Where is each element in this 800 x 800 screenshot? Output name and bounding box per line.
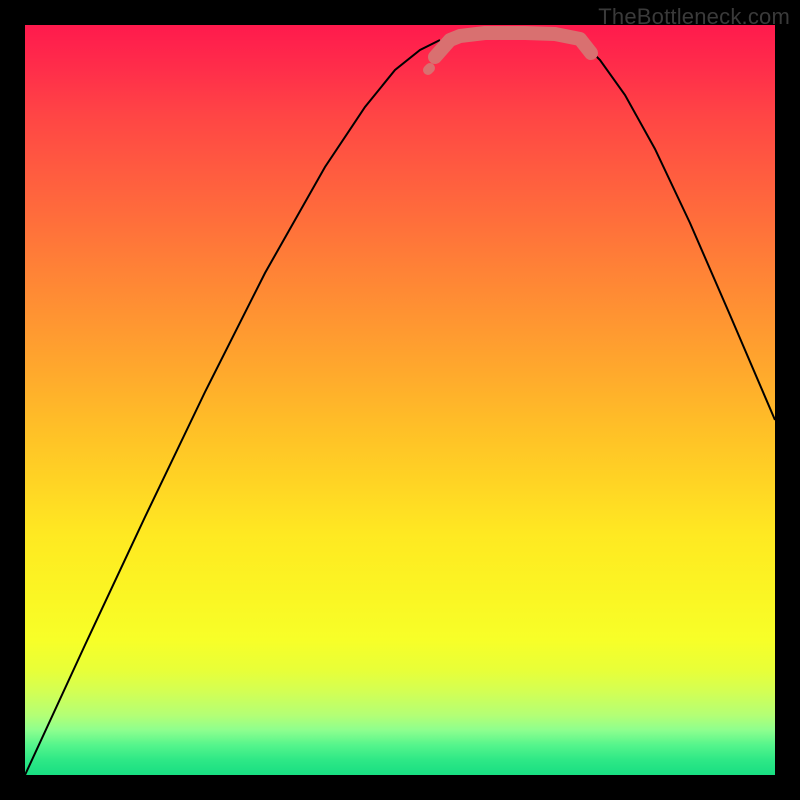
series-valley-marker <box>435 33 591 57</box>
series-valley-dot <box>428 68 430 70</box>
chart-svg <box>25 25 775 775</box>
watermark-text: TheBottleneck.com <box>598 4 790 30</box>
series-right-curve <box>580 40 775 420</box>
series-group <box>25 33 775 775</box>
chart-frame: TheBottleneck.com <box>0 0 800 800</box>
series-left-curve <box>25 40 440 775</box>
